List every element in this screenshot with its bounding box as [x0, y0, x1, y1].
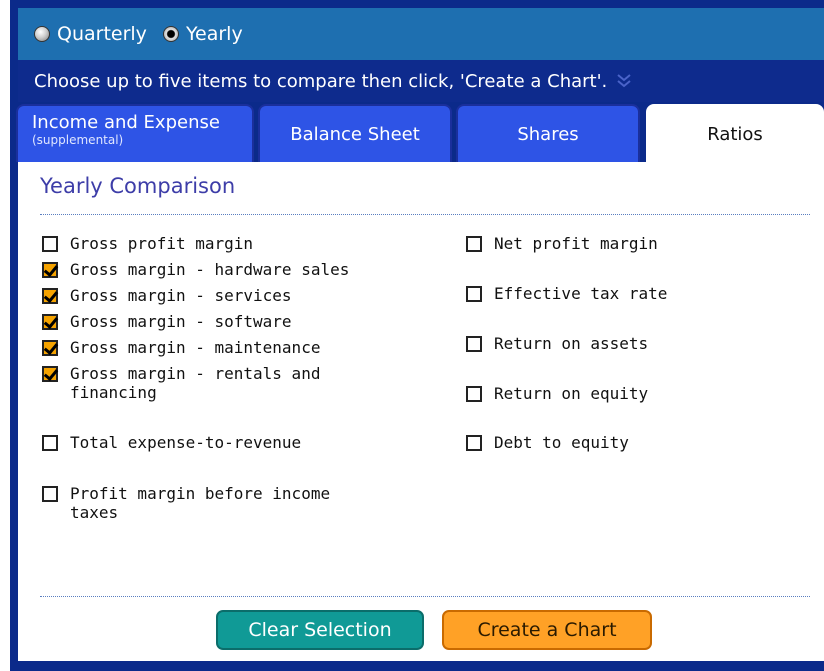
option-label: Gross profit margin	[70, 234, 254, 253]
option-return-on-assets[interactable]: Return on assets	[466, 334, 648, 353]
option-label: Gross margin - rentals and financing	[70, 364, 321, 402]
option-label: Total expense-to-revenue	[70, 433, 302, 452]
option-gross-margin-services[interactable]: Gross margin - services	[42, 286, 292, 305]
option-label: Effective tax rate	[494, 284, 668, 303]
tab-ratios-label: Ratios	[707, 123, 763, 145]
option-label: Debt to equity	[494, 433, 629, 452]
tab-balance-sheet-label: Balance Sheet	[290, 123, 420, 145]
checkbox[interactable]	[42, 262, 58, 278]
option-gross-margin-maintenance[interactable]: Gross margin - maintenance	[42, 338, 320, 357]
radio-yearly-dot[interactable]	[162, 26, 179, 42]
checkbox[interactable]	[42, 486, 58, 502]
radio-quarterly-dot[interactable]	[34, 26, 50, 42]
app-frame: Quarterly Yearly Choose up to five items…	[10, 0, 824, 671]
tab-income-and-expense-sublabel: (supplemental)	[32, 133, 124, 147]
option-label: Gross margin - software	[70, 312, 292, 331]
option-profit-margin-before-income-taxes[interactable]: Profit margin before income taxes	[42, 484, 330, 522]
option-gross-margin-rentals-and-financing[interactable]: Gross margin - rentals and financing	[42, 364, 320, 402]
option-label: Return on assets	[494, 334, 649, 353]
option-return-on-equity[interactable]: Return on equity	[466, 384, 648, 403]
option-label: Gross margin - services	[70, 286, 292, 305]
option-effective-tax-rate[interactable]: Effective tax rate	[466, 284, 667, 303]
create-chart-button[interactable]: Create a Chart	[442, 610, 652, 650]
option-gross-margin-hardware-sales[interactable]: Gross margin - hardware sales	[42, 260, 349, 279]
instruction-text: Choose up to five items to compare then …	[34, 70, 608, 92]
checkbox[interactable]	[466, 236, 482, 252]
tab-income-and-expense-label: Income and Expense	[32, 112, 220, 133]
option-label: Gross margin - hardware sales	[70, 260, 350, 279]
ratios-panel: Yearly Comparison Gross profit margin Gr…	[18, 162, 824, 661]
option-gross-profit-margin[interactable]: Gross profit margin	[42, 234, 253, 253]
tab-shares[interactable]: Shares	[456, 104, 640, 162]
checkbox[interactable]	[42, 314, 58, 330]
radio-quarterly-label: Quarterly	[57, 23, 147, 45]
tab-ratios[interactable]: Ratios	[646, 104, 824, 162]
option-net-profit-margin[interactable]: Net profit margin	[466, 234, 658, 253]
option-gross-margin-software[interactable]: Gross margin - software	[42, 312, 292, 331]
option-label: Return on equity	[494, 384, 649, 403]
tab-balance-sheet[interactable]: Balance Sheet	[258, 104, 452, 162]
checkbox[interactable]	[466, 286, 482, 302]
radio-quarterly[interactable]: Quarterly	[34, 23, 147, 45]
radio-yearly-label: Yearly	[185, 23, 243, 45]
option-total-expense-to-revenue[interactable]: Total expense-to-revenue	[42, 433, 301, 452]
instruction-bar: Choose up to five items to compare then …	[18, 60, 824, 102]
top-divider	[40, 214, 810, 215]
chevron-down-icon	[617, 74, 631, 88]
bottom-divider	[40, 596, 810, 597]
tab-shares-label: Shares	[517, 123, 579, 145]
checkbox[interactable]	[466, 435, 482, 451]
checkbox[interactable]	[42, 340, 58, 356]
checkbox[interactable]	[42, 435, 58, 451]
checkbox[interactable]	[466, 386, 482, 402]
radio-yearly[interactable]: Yearly	[162, 23, 243, 45]
checkbox[interactable]	[42, 236, 58, 252]
clear-selection-button[interactable]: Clear Selection	[216, 610, 424, 650]
option-debt-to-equity[interactable]: Debt to equity	[466, 433, 629, 452]
option-label: Profit margin before income taxes	[70, 484, 331, 522]
tab-income-and-expense[interactable]: Income and Expense (supplemental)	[16, 104, 254, 162]
checkbox[interactable]	[466, 336, 482, 352]
option-label: Net profit margin	[494, 234, 658, 253]
period-selector-bar: Quarterly Yearly	[18, 8, 824, 60]
checkbox[interactable]	[42, 366, 58, 382]
checkbox[interactable]	[42, 288, 58, 304]
panel-title: Yearly Comparison	[40, 174, 236, 198]
option-label: Gross margin - maintenance	[70, 338, 321, 357]
